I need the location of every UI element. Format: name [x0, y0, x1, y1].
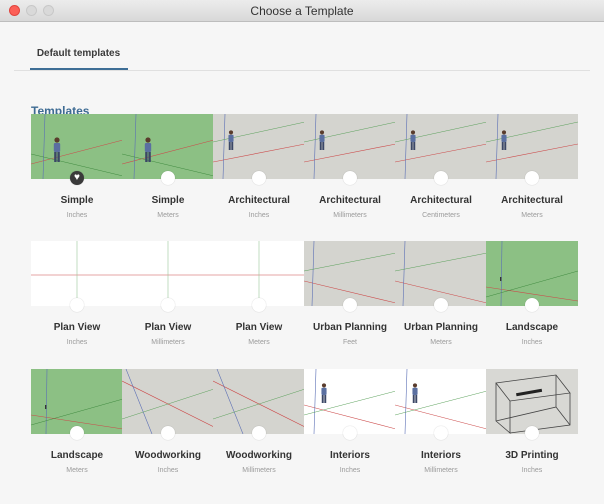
favorite-toggle-icon[interactable]: [343, 426, 357, 440]
favorite-heart-icon[interactable]: ♥: [70, 171, 84, 185]
template-name: Landscape: [505, 322, 559, 333]
favorite-toggle-icon[interactable]: [525, 171, 539, 185]
template-thumbnail[interactable]: [213, 114, 305, 179]
template-thumbnail[interactable]: [304, 114, 396, 179]
template-thumbnail[interactable]: [395, 114, 487, 179]
template-thumbnail[interactable]: [395, 369, 487, 434]
favorite-toggle-icon[interactable]: [525, 426, 539, 440]
template-name: Architectural: [501, 195, 563, 206]
favorite-toggle-icon[interactable]: [161, 426, 175, 440]
favorite-toggle-icon[interactable]: [343, 298, 357, 312]
title-bar: Choose a Template: [0, 0, 604, 22]
favorite-toggle-icon[interactable]: [252, 426, 266, 440]
template-thumbnail[interactable]: [304, 241, 396, 306]
favorite-toggle-icon[interactable]: [434, 171, 448, 185]
template-thumbnail[interactable]: [486, 114, 578, 179]
template-name: 3D Printing: [505, 450, 559, 461]
favorite-toggle-icon[interactable]: [434, 298, 448, 312]
template-thumbnail[interactable]: [122, 114, 214, 179]
window-title: Choose a Template: [250, 4, 354, 18]
favorite-toggle-icon[interactable]: [525, 298, 539, 312]
template-thumbnail[interactable]: [122, 241, 214, 306]
template-thumbnail[interactable]: [213, 241, 305, 306]
dialog-content: Default templates Templates ♥ Simple Inc…: [0, 22, 604, 504]
favorite-toggle-icon[interactable]: [252, 298, 266, 312]
template-thumbnail[interactable]: [486, 241, 578, 306]
favorite-toggle-icon[interactable]: [70, 298, 84, 312]
template-thumbnail[interactable]: [486, 369, 578, 434]
template-unit: Inches: [521, 467, 543, 474]
tab-divider: [14, 70, 590, 71]
heart-icon: ♥: [74, 172, 80, 183]
favorite-toggle-icon[interactable]: [70, 426, 84, 440]
tab-default-templates[interactable]: Default templates: [30, 48, 127, 70]
favorite-toggle-icon[interactable]: [252, 171, 266, 185]
template-thumbnail[interactable]: [213, 369, 305, 434]
template-thumbnail[interactable]: [31, 241, 123, 306]
favorite-toggle-icon[interactable]: [161, 171, 175, 185]
template-unit: Meters: [521, 212, 543, 219]
template-thumbnail[interactable]: [304, 369, 396, 434]
template-thumbnail[interactable]: [395, 241, 487, 306]
template-thumbnail[interactable]: [122, 369, 214, 434]
favorite-toggle-icon[interactable]: [161, 298, 175, 312]
template-unit: Inches: [521, 339, 543, 346]
favorite-toggle-icon[interactable]: [434, 426, 448, 440]
template-thumbnail[interactable]: [31, 369, 123, 434]
favorite-toggle-icon[interactable]: [343, 171, 357, 185]
template-thumbnail[interactable]: [31, 114, 123, 179]
